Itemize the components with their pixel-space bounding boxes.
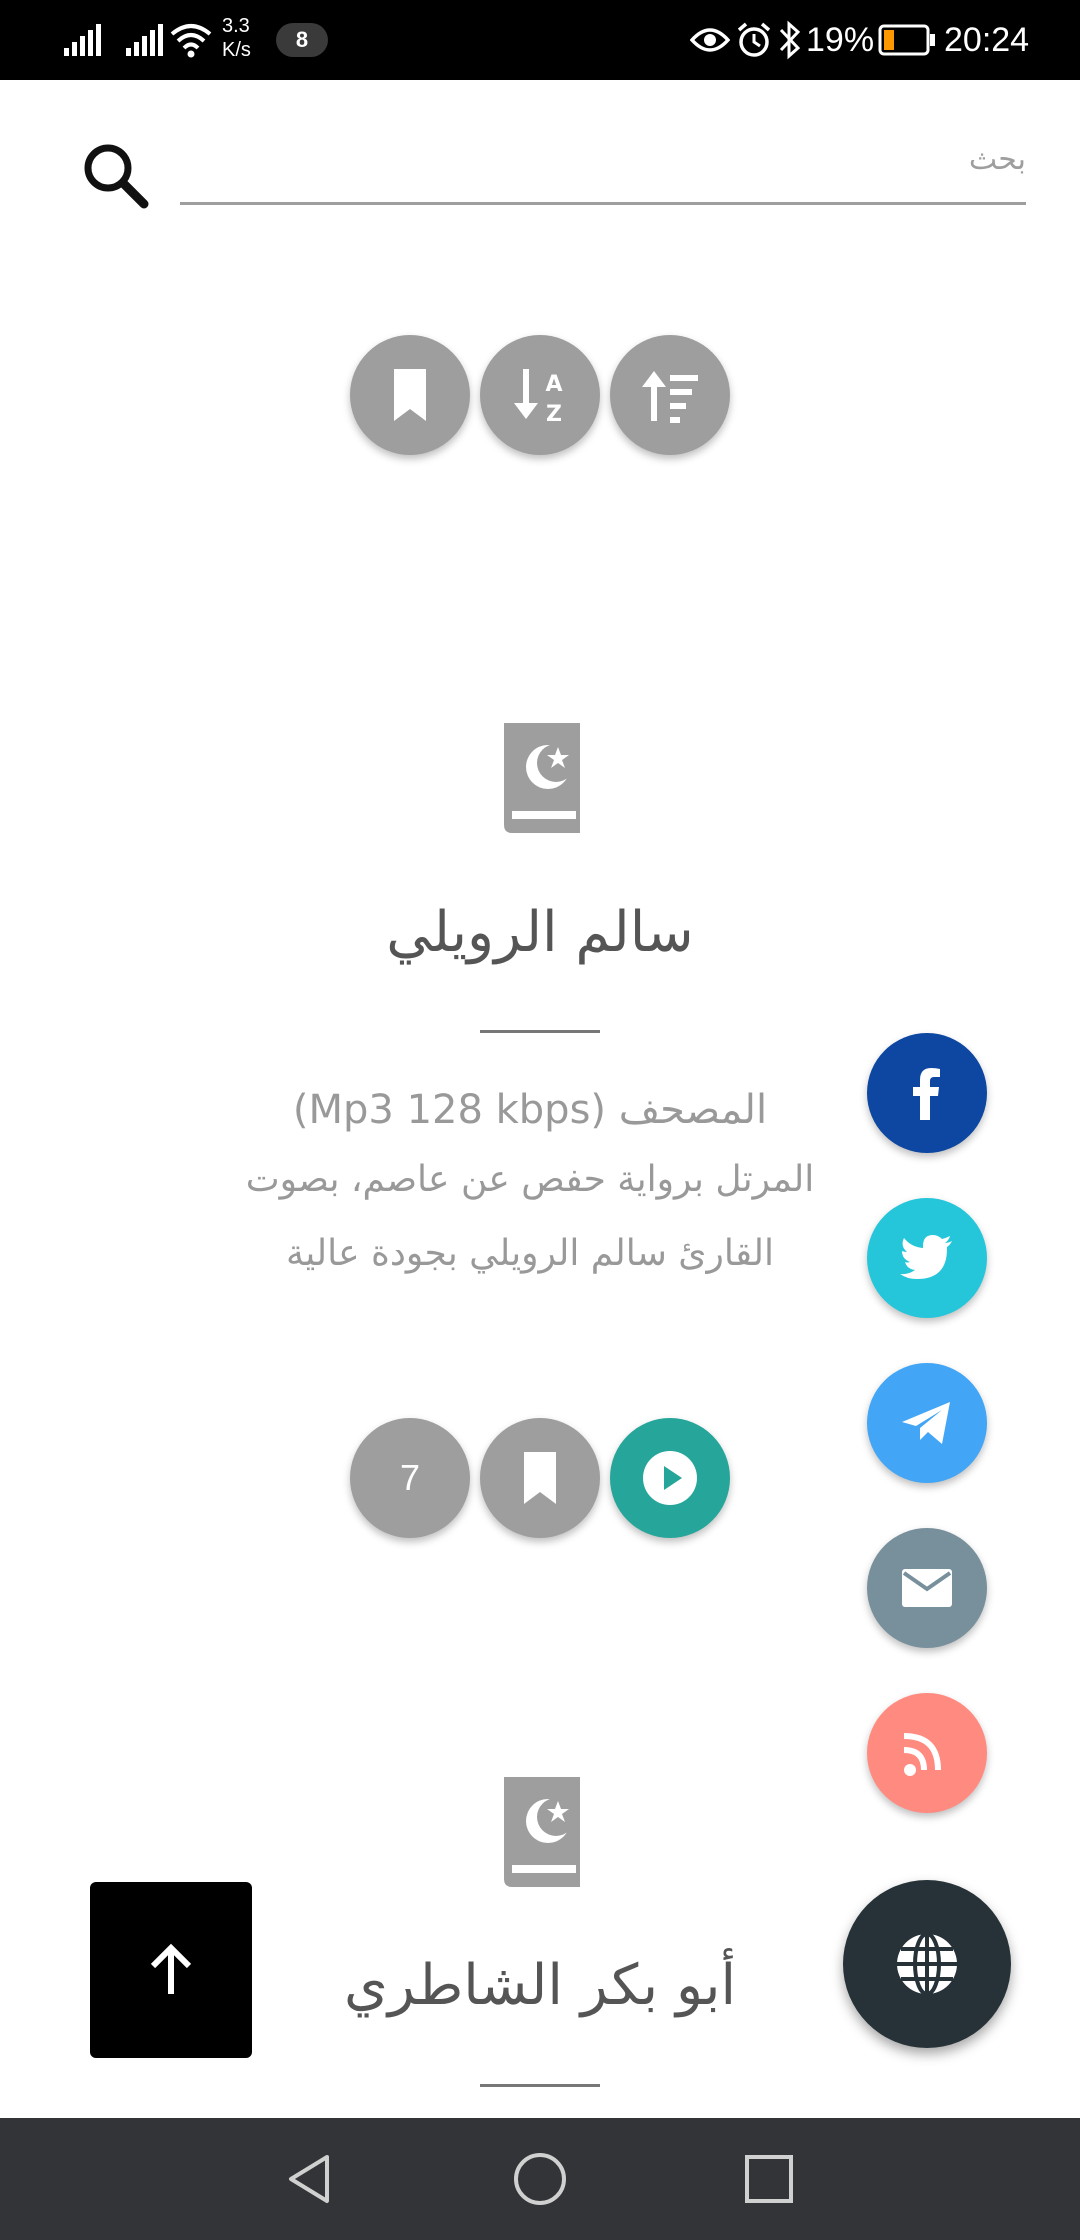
description-title: المصحف (Mp3 128 kbps) bbox=[292, 1087, 768, 1133]
rss-button[interactable] bbox=[867, 1693, 987, 1813]
alarm-icon bbox=[737, 22, 771, 57]
track-count-badge: 7 bbox=[350, 1418, 470, 1538]
network-speed: 3.3 K/s bbox=[222, 14, 251, 62]
scroll-to-top-button[interactable] bbox=[90, 1882, 252, 2058]
bluetooth-icon bbox=[779, 20, 801, 60]
twitter-icon bbox=[900, 1235, 952, 1279]
battery-icon bbox=[878, 24, 935, 56]
home-circle-icon bbox=[514, 2153, 566, 2205]
description-line: المرتل برواية حفص عن عاصم، بصوت bbox=[245, 1159, 815, 1200]
arrow-up-icon bbox=[150, 1943, 192, 1994]
mail-icon bbox=[902, 1569, 952, 1607]
globe-icon bbox=[897, 1932, 957, 1996]
name-divider bbox=[480, 1030, 600, 1033]
sort-alpha-icon: A Z bbox=[514, 369, 563, 427]
telegram-icon bbox=[902, 1402, 950, 1444]
network-speed-unit: K/s bbox=[222, 39, 251, 61]
battery-percent: 19% bbox=[806, 20, 875, 59]
reciter-description: المصحف (Mp3 128 kbps) المرتل برواية حفص … bbox=[200, 1080, 860, 1294]
quran-book-icon bbox=[504, 1777, 580, 1887]
signal-icon bbox=[64, 24, 101, 56]
description-line: القارئ سالم الرويلي بجودة عالية bbox=[285, 1233, 775, 1274]
sort-order-button[interactable] bbox=[610, 335, 730, 455]
facebook-share-button[interactable] bbox=[867, 1033, 987, 1153]
network-speed-value: 3.3 bbox=[222, 15, 250, 37]
rss-icon bbox=[903, 1733, 941, 1776]
sort-amount-icon bbox=[642, 371, 698, 423]
play-circle-icon bbox=[643, 1451, 697, 1505]
wifi-icon bbox=[170, 24, 212, 58]
svg-text:Z: Z bbox=[546, 402, 562, 427]
bookmark-button[interactable] bbox=[480, 1418, 600, 1538]
reciter-name: سالم الرويلي bbox=[386, 900, 694, 965]
play-button[interactable] bbox=[610, 1418, 730, 1538]
bookmarks-filter-button[interactable] bbox=[350, 335, 470, 455]
bookmark-icon bbox=[394, 369, 426, 421]
twitter-share-button[interactable] bbox=[867, 1198, 987, 1318]
svg-text:A: A bbox=[545, 372, 562, 397]
quran-book-icon bbox=[504, 723, 580, 833]
search-input[interactable] bbox=[180, 120, 1026, 198]
notification-count-badge: 8 bbox=[276, 23, 328, 57]
name-divider bbox=[480, 2084, 600, 2087]
bookmark-icon bbox=[524, 1452, 556, 1504]
search-field[interactable] bbox=[180, 120, 1026, 205]
back-triangle-icon bbox=[289, 2155, 329, 2203]
search-icon[interactable] bbox=[80, 140, 150, 210]
main-content: A Z سالم الرويلي المصحف (Mp3 128 kbps) ا… bbox=[0, 80, 1080, 2118]
track-count: 7 bbox=[399, 1457, 421, 1498]
clock: 20:24 bbox=[944, 20, 1030, 59]
nav-recents-button[interactable] bbox=[726, 2136, 812, 2222]
facebook-icon bbox=[913, 1068, 940, 1120]
sort-alphabetical-button[interactable]: A Z bbox=[480, 335, 600, 455]
telegram-share-button[interactable] bbox=[867, 1363, 987, 1483]
eye-icon bbox=[690, 28, 730, 52]
system-navigation-bar bbox=[0, 2118, 1080, 2240]
nav-home-button[interactable] bbox=[497, 2136, 583, 2222]
recents-square-icon bbox=[745, 2155, 793, 2203]
signal-icon bbox=[126, 24, 163, 56]
nav-back-button[interactable] bbox=[266, 2136, 352, 2222]
language-fab-button[interactable] bbox=[843, 1880, 1011, 2048]
status-bar: 3.3 K/s 8 19% 20:24 bbox=[0, 0, 1080, 80]
email-share-button[interactable] bbox=[867, 1528, 987, 1648]
